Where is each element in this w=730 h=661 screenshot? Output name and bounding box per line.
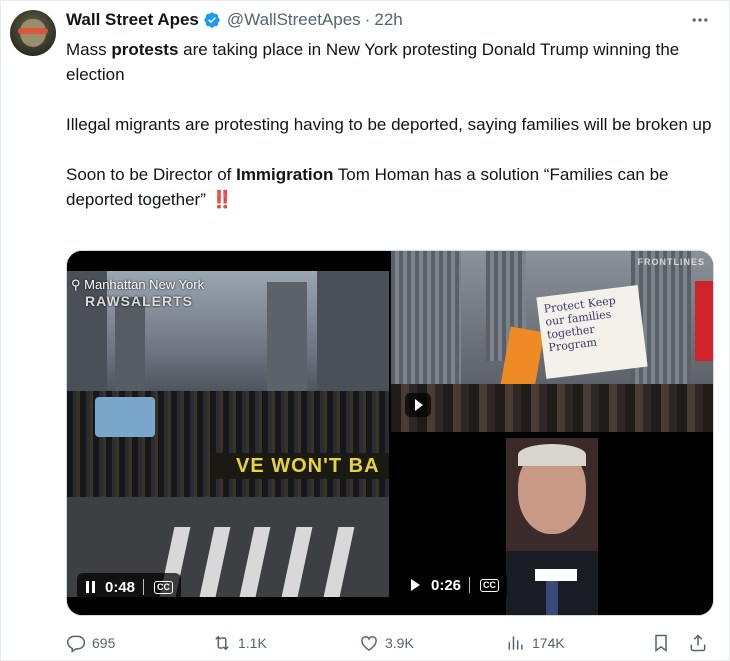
location-label: Manhattan New York: [84, 277, 205, 292]
views-icon: [508, 636, 523, 650]
reply-button[interactable]: 695: [66, 628, 115, 658]
repost-button[interactable]: 1.1K: [212, 628, 267, 658]
bold-immigration: Immigration: [236, 165, 334, 184]
crosswalk-stripe: [323, 527, 355, 597]
tweet-paragraph-3: Soon to be Director of Immigration Tom H…: [66, 162, 716, 212]
crosswalk-stripe: [239, 527, 271, 597]
pause-icon[interactable]: [85, 580, 97, 594]
repost-icon: [215, 635, 229, 651]
double-exclamation-emoji: ‼️: [211, 190, 233, 209]
protest-sign: Protect Keep our families together Progr…: [536, 285, 648, 379]
video-controls: 0:48 CC: [77, 573, 182, 601]
cc-icon[interactable]: CC: [480, 578, 500, 592]
tweet-text: Mass protests are taking place in New Yo…: [66, 37, 716, 212]
share-button[interactable]: [688, 628, 708, 658]
crosswalk-stripe: [199, 527, 231, 597]
action-bar: 695 1.1K 3.9K 174K: [66, 628, 716, 658]
video-duration: 0:48: [105, 578, 136, 596]
text-span: Mass: [66, 40, 112, 59]
control-separator: [469, 577, 471, 593]
video-protest-signs[interactable]: Protect Keep our families together Progr…: [391, 251, 713, 432]
person-tie: [546, 575, 558, 615]
tweet-paragraph-1: Mass protests are taking place in New Yo…: [66, 37, 716, 87]
author-handle[interactable]: @WallStreetApes: [227, 10, 361, 30]
text-span: Soon to be Director of: [66, 165, 237, 184]
timestamp[interactable]: 22h: [374, 10, 402, 30]
like-icon: [361, 636, 377, 651]
tweet-paragraph-2: Illegal migrants are protesting having t…: [66, 115, 712, 134]
protest-banner: VE WON'T BA: [212, 453, 389, 479]
bookmark-icon: [655, 634, 667, 652]
reply-icon: [66, 635, 86, 653]
verified-icon[interactable]: [203, 11, 221, 29]
play-icon[interactable]: [409, 578, 421, 592]
protest-flag: [95, 397, 155, 437]
avatar[interactable]: [10, 10, 56, 56]
reply-count: 695: [92, 635, 116, 651]
like-count: 3.9K: [385, 635, 414, 651]
views-button[interactable]: 174K: [506, 628, 565, 658]
video-interview[interactable]: 0:26 CC: [391, 434, 713, 615]
separator-dot: ·: [364, 10, 371, 29]
video-duration: 0:26: [431, 576, 462, 594]
like-button[interactable]: 3.9K: [359, 628, 414, 658]
crowd: [391, 384, 713, 432]
crosswalk-stripe: [281, 527, 313, 597]
video-controls: 0:26 CC: [401, 571, 508, 599]
share-icon: [690, 634, 706, 652]
video-watermark: FRONTLINES: [637, 257, 705, 267]
view-count: 174K: [532, 635, 565, 651]
repost-count: 1.1K: [238, 635, 267, 651]
lower-third-caption: [535, 569, 577, 581]
building: [391, 251, 461, 391]
control-separator: [143, 579, 145, 595]
more-icon[interactable]: [690, 10, 710, 30]
video-watermark: RAWSALERTS: [85, 293, 193, 309]
play-icon[interactable]: [405, 393, 431, 417]
media-grid: VE WON'T BA ⚲ Manhattan New York RAWSALE…: [66, 250, 714, 616]
tweet-card[interactable]: Wall Street Apes @WallStreetApes · 22h M…: [0, 0, 730, 661]
location-overlay: ⚲ Manhattan New York RAWSALERTS: [71, 277, 204, 309]
tweet-header: Wall Street Apes @WallStreetApes · 22h: [66, 8, 403, 32]
video-protest-march[interactable]: VE WON'T BA ⚲ Manhattan New York RAWSALE…: [67, 251, 389, 615]
location-pin-icon: ⚲: [71, 277, 85, 292]
interview-frame: [506, 438, 598, 615]
bold-protests: protests: [111, 40, 179, 59]
video-frame: VE WON'T BA: [67, 271, 389, 597]
avatar-headband: [18, 28, 48, 34]
cc-icon[interactable]: CC: [154, 580, 174, 594]
red-sign: [695, 281, 713, 361]
bookmark-button[interactable]: [651, 628, 671, 658]
person-hair: [518, 444, 586, 466]
author-name[interactable]: Wall Street Apes: [66, 10, 199, 30]
